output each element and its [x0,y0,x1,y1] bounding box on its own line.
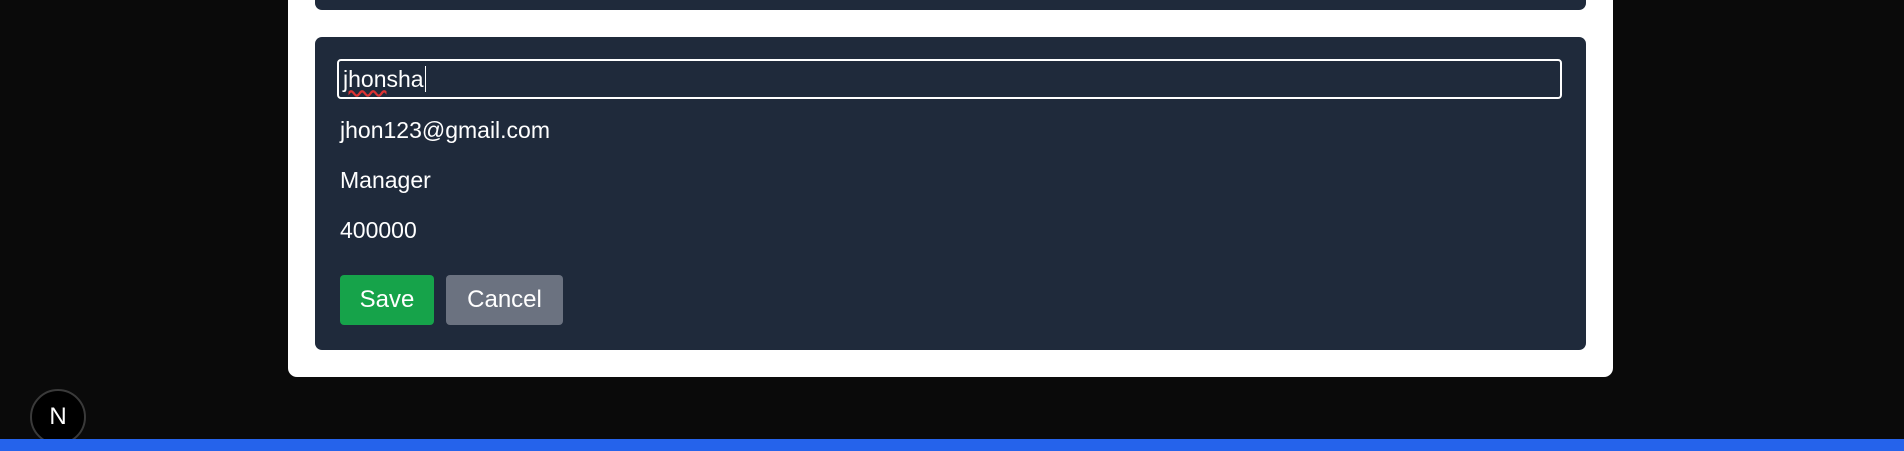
edit-employee-form: jhon sha jhon123@gmail.com Manager 40000… [315,37,1586,350]
text-caret [424,66,426,92]
salary-field[interactable]: 400000 [340,216,417,244]
role-field[interactable]: Manager [340,166,431,194]
name-input-misspelled-word: jhon [343,65,387,92]
bottom-accent-bar [0,439,1904,451]
nextjs-badge-letter: N [49,403,67,430]
page: jhon sha jhon123@gmail.com Manager 40000… [0,0,1904,451]
previous-employee-panel [315,0,1586,10]
save-button[interactable]: Save [340,275,434,325]
name-input[interactable]: jhon sha [337,59,1562,99]
cancel-button[interactable]: Cancel [446,275,563,325]
employee-card: jhon sha jhon123@gmail.com Manager 40000… [288,0,1613,377]
email-field[interactable]: jhon123@gmail.com [340,116,550,144]
nextjs-dev-badge-icon[interactable]: N [30,389,86,445]
name-input-rest: sha [386,65,424,92]
